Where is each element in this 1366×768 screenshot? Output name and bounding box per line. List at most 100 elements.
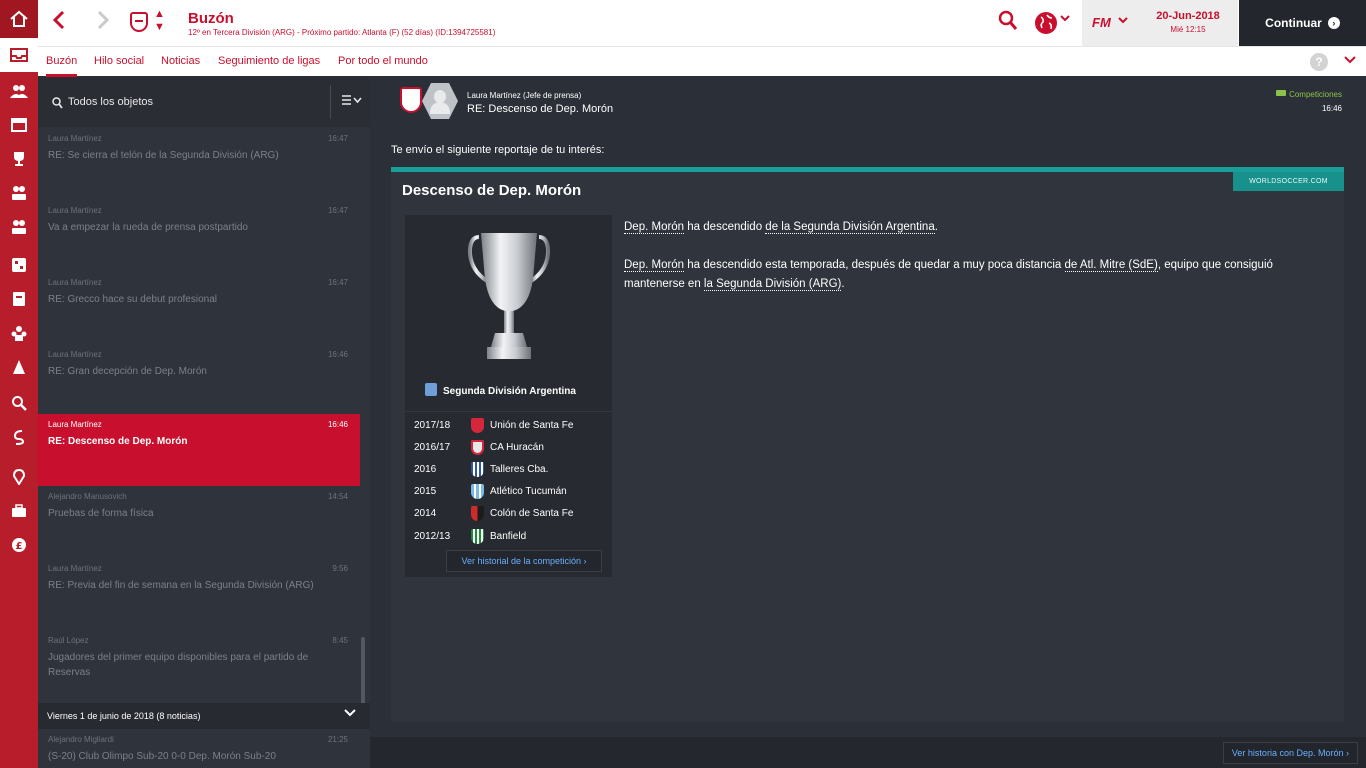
arrow-right-icon: ›: [1327, 17, 1340, 29]
message-category-label: Competiciones: [1289, 90, 1342, 99]
club-link[interactable]: Dep. Morón: [624, 259, 685, 272]
list-item[interactable]: Laura Martínez 9:56 RE: Previa del fin d…: [38, 558, 360, 630]
message-footer: Ver historia con Dep. Morón ›: [370, 737, 1366, 768]
message-time: 14:54: [327, 492, 348, 501]
message-subject: Pruebas de forma física: [48, 508, 154, 519]
forward-button[interactable]: [96, 10, 110, 36]
club-crest-icon[interactable]: [130, 12, 148, 32]
club-name[interactable]: Colón de Santa Fe: [490, 508, 573, 519]
list-item[interactable]: Laura Martínez 16:46 RE: Gran decepción …: [38, 344, 360, 416]
squad-icon[interactable]: [0, 74, 38, 108]
tab-hilo-social[interactable]: Hilo social: [94, 47, 144, 77]
message-time: 16:46: [327, 420, 348, 429]
list-item[interactable]: Laura Martínez 16:47 RE: Se cierra el te…: [38, 128, 360, 200]
scrollbar[interactable]: [361, 637, 365, 705]
inbox-icon[interactable]: [0, 38, 38, 72]
continue-button[interactable]: Continuar ›: [1239, 0, 1366, 46]
tactics-icon[interactable]: [0, 248, 38, 282]
chevron-down-icon[interactable]: ▼: [154, 21, 165, 34]
tab-bar: Buzón Hilo social Noticias Seguimiento d…: [38, 46, 1366, 77]
page-title: Buzón: [188, 10, 234, 27]
history-with-club-button[interactable]: Ver historia con Dep. Morón ›: [1222, 742, 1358, 764]
message-sender: Laura Martínez: [48, 278, 102, 287]
home-icon[interactable]: [0, 0, 38, 38]
table-row: 2015 Atlético Tucumán: [414, 481, 604, 503]
table-row: 2016 Talleres Cba.: [414, 459, 604, 481]
scouting-icon[interactable]: [0, 386, 38, 420]
message-sender: Alejandro Migliardi: [48, 735, 114, 744]
competitions-icon[interactable]: [0, 142, 38, 176]
u20-icon[interactable]: [0, 210, 38, 244]
message-sender: Raúl López: [48, 636, 89, 645]
club-name[interactable]: Talleres Cba.: [490, 464, 548, 475]
club-name[interactable]: Unión de Santa Fe: [490, 420, 573, 431]
schedule-icon[interactable]: [0, 108, 38, 142]
club-crest-icon[interactable]: [471, 418, 484, 433]
reserves-icon[interactable]: [0, 176, 38, 210]
tab-buzon[interactable]: Buzón: [46, 47, 78, 77]
season-year: 2017/18: [414, 420, 451, 431]
menu-icon[interactable]: [342, 94, 362, 108]
list-item-selected[interactable]: Laura Martínez 16:46 RE: Descenso de Dep…: [38, 414, 360, 486]
message-time: 16:47: [327, 278, 348, 287]
club-info-icon[interactable]: [0, 494, 38, 528]
data-hub-icon[interactable]: [0, 282, 38, 316]
club-crest-icon[interactable]: [471, 529, 484, 544]
club-crest-icon[interactable]: [471, 506, 484, 521]
club-name[interactable]: CA Huracán: [490, 442, 544, 453]
training-icon[interactable]: [0, 350, 38, 384]
competition-name[interactable]: Segunda División Argentina: [425, 383, 576, 397]
club-crest-icon[interactable]: [471, 484, 484, 499]
message-subject: Jugadores del primer equipo disponibles …: [48, 652, 309, 678]
club-vision-icon[interactable]: [0, 460, 38, 494]
club-crest-icon[interactable]: [471, 440, 484, 455]
chevron-up-icon[interactable]: ▲: [154, 8, 165, 21]
article-paragraph: Dep. Morón ha descendido de la Segunda D…: [624, 218, 1334, 237]
filter-label[interactable]: Todos los objetos: [68, 96, 153, 108]
list-item[interactable]: Raúl López 8:45 Jugadores del primer equ…: [38, 630, 360, 702]
club-link[interactable]: de Atl. Mitre (SdE): [1064, 259, 1158, 272]
chevron-down-icon[interactable]: [1344, 53, 1356, 67]
tab-por-todo-el-mundo[interactable]: Por todo el mundo: [338, 47, 428, 77]
staff-icon[interactable]: [0, 316, 38, 350]
tab-seguimiento-ligas[interactable]: Seguimiento de ligas: [218, 47, 320, 77]
list-item[interactable]: Laura Martínez 16:47 Va a empezar la rue…: [38, 200, 360, 272]
page-subtitle[interactable]: 12º en Tercera División (ARG) - Próximo …: [188, 28, 495, 37]
club-name[interactable]: Banfield: [490, 531, 526, 542]
competition-link[interactable]: la Segunda División (ARG): [703, 278, 842, 291]
search-icon[interactable]: [52, 96, 63, 109]
fm-logo[interactable]: FM: [1092, 15, 1111, 30]
fm-menu[interactable]: FM: [1082, 0, 1138, 46]
article-text: ha descendido: [684, 221, 766, 233]
club-crest-icon[interactable]: [400, 87, 422, 113]
message-category[interactable]: Competiciones: [1276, 90, 1342, 99]
article-text: .: [934, 221, 938, 233]
list-item[interactable]: Laura Martínez 16:47 RE: Grecco hace su …: [38, 272, 360, 344]
article-text: .: [841, 278, 845, 290]
club-crest-icon[interactable]: [471, 462, 484, 477]
game-date[interactable]: 20-Jun-2018 Mié 12:15: [1138, 0, 1238, 46]
message-subject: RE: Grecco hace su debut profesional: [48, 294, 217, 305]
message-subject: RE: Gran decepción de Dep. Morón: [48, 366, 207, 377]
transfers-icon[interactable]: [0, 420, 38, 454]
competition-link[interactable]: de la Segunda División Argentina: [765, 221, 935, 234]
chevron-down-icon[interactable]: [344, 708, 356, 720]
help-icon[interactable]: ?: [1310, 53, 1328, 71]
globe-icon[interactable]: [1035, 12, 1057, 34]
club-name[interactable]: Atlético Tucumán: [490, 486, 567, 497]
club-switcher[interactable]: ▲ ▼: [154, 8, 165, 34]
tab-noticias[interactable]: Noticias: [161, 47, 200, 77]
message-time: 21:25: [327, 735, 348, 744]
club-link[interactable]: Dep. Morón: [624, 221, 685, 234]
list-item[interactable]: Alejandro Manusovich 14:54 Pruebas de fo…: [38, 486, 360, 558]
back-button[interactable]: [52, 10, 66, 36]
finances-icon[interactable]: £: [0, 528, 38, 562]
chevron-down-icon[interactable]: [1118, 15, 1128, 27]
search-icon[interactable]: [998, 10, 1022, 36]
table-row: 2016/17 CA Huracán: [414, 437, 604, 459]
date-group-header[interactable]: Viernes 1 de junio de 2018 (8 noticias): [38, 703, 370, 729]
list-item[interactable]: Alejandro Migliardi 21:25 (S-20) Club Ol…: [38, 729, 360, 768]
message-from[interactable]: Laura Martínez (Jefe de prensa): [467, 91, 581, 100]
chevron-down-icon[interactable]: [1060, 13, 1070, 25]
competition-history-button[interactable]: Ver historial de la competición ›: [446, 550, 602, 572]
